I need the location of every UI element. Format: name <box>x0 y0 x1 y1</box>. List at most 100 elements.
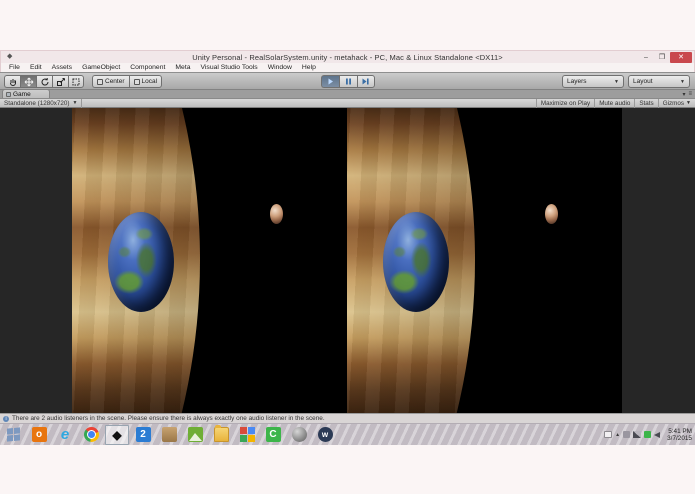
menu-gameobject[interactable]: GameObject <box>77 63 125 72</box>
taskbar-app-colorful[interactable] <box>235 425 259 445</box>
menu-assets[interactable]: Assets <box>47 63 77 72</box>
pause-button[interactable] <box>338 75 357 88</box>
blue-app-icon: 2 <box>135 427 151 442</box>
move-icon <box>24 77 33 86</box>
tab-game-label: Game <box>13 90 31 98</box>
maximize-on-play-toggle[interactable]: Maximize on Play <box>535 98 594 108</box>
chevron-down-icon: ▼ <box>686 100 691 106</box>
status-message: There are 2 audio listeners in the scene… <box>12 415 325 422</box>
taskbar-media-app[interactable]: w <box>313 425 337 445</box>
unity-app-icon: ◆ <box>7 53 13 60</box>
hand-tool-button[interactable] <box>4 75 20 88</box>
pivot-space-toggles: Center Local <box>92 75 163 88</box>
transform-tools <box>4 75 84 88</box>
close-button[interactable]: ✕ <box>670 52 692 63</box>
taskbar-app-blue[interactable]: 2 <box>131 425 155 445</box>
taskbar-chrome[interactable] <box>79 425 103 445</box>
start-button[interactable] <box>1 425 25 445</box>
layers-dropdown[interactable]: Layers ▼ <box>562 75 624 88</box>
action-center-icon[interactable] <box>623 431 631 438</box>
layers-label: Layers <box>567 78 587 85</box>
play-button[interactable] <box>320 75 339 88</box>
menu-window[interactable]: Window <box>263 63 297 72</box>
earth-planet <box>108 212 174 312</box>
tab-game[interactable]: Game <box>2 89 50 98</box>
main-toolbar: Center Local Layers ▼ Layout ▼ <box>0 72 695 90</box>
moon-planet <box>270 204 283 224</box>
play-icon <box>328 78 333 85</box>
earth-planet <box>383 212 449 312</box>
mute-audio-toggle[interactable]: Mute audio <box>594 98 634 108</box>
taskbar-file-explorer[interactable] <box>209 425 233 445</box>
status-bar[interactable]: i There are 2 audio listeners in the sce… <box>0 413 695 423</box>
tray-expand-icon[interactable]: ▲ <box>615 432 620 438</box>
volume-icon[interactable] <box>654 431 661 438</box>
rotate-tool-button[interactable] <box>36 75 52 88</box>
taskbar-photos[interactable] <box>183 425 207 445</box>
network-icon[interactable] <box>633 431 642 438</box>
aspect-dropdown[interactable]: Standalone (1280x720) ▼ <box>0 98 83 108</box>
taskbar-unity[interactable]: ◆ <box>105 424 129 445</box>
pivot-label: Center <box>105 78 125 85</box>
outlook-icon: o <box>31 427 47 442</box>
chevron-down-icon: ▼ <box>680 78 685 85</box>
step-button[interactable] <box>356 75 375 88</box>
space-toggle-button[interactable]: Local <box>128 75 163 88</box>
game-view-icon <box>6 91 11 97</box>
menu-file[interactable]: File <box>4 63 25 72</box>
clock-time: 5:41 PM <box>668 427 692 435</box>
stereo-view-left <box>72 108 347 413</box>
moon-planet <box>545 204 558 224</box>
hand-icon <box>9 78 16 86</box>
rect-tool-button[interactable] <box>68 75 84 88</box>
window-title: Unity Personal - RealSolarSystem.unity -… <box>192 52 503 62</box>
move-tool-button[interactable] <box>20 75 36 88</box>
stereo-render <box>72 108 622 413</box>
folder-icon <box>213 425 229 442</box>
menu-component[interactable]: Component <box>125 63 170 72</box>
gizmos-dropdown[interactable]: Gizmos ▼ <box>657 98 695 108</box>
scale-tool-button[interactable] <box>52 75 68 88</box>
menu-meta[interactable]: Meta <box>170 63 195 72</box>
menu-help[interactable]: Help <box>297 63 321 72</box>
space-label: Local <box>141 78 158 85</box>
clock-date: 3/7/2015 <box>667 434 692 442</box>
taskbar-outlook[interactable]: o <box>27 425 51 445</box>
globe-icon <box>133 78 140 85</box>
game-view-toolbar: Standalone (1280x720) ▼ Maximize on Play… <box>0 98 695 108</box>
panel-menu-icon[interactable]: ≡ <box>688 91 692 98</box>
scale-icon <box>56 77 65 86</box>
taskbar-internet-explorer[interactable]: e <box>53 425 77 445</box>
pivot-toggle-button[interactable]: Center <box>92 75 129 88</box>
gizmos-label: Gizmos <box>662 99 685 107</box>
taskbar-steam[interactable] <box>287 425 311 445</box>
taskbar-app-green[interactable]: C <box>261 425 285 445</box>
unity-icon: ◆ <box>112 427 122 442</box>
rotate-icon <box>41 77 49 85</box>
green-c-icon: C <box>265 427 281 442</box>
panel-dropdown-icon[interactable]: ▾ <box>682 91 685 98</box>
minimize-button[interactable]: – <box>638 52 654 63</box>
chrome-icon <box>83 427 99 442</box>
taskbar-files-box[interactable] <box>157 425 181 445</box>
system-tray: ▲ 5:41 PM 3/7/2015 <box>604 428 695 442</box>
rect-icon <box>72 78 80 85</box>
menu-bar: File Edit Assets GameObject Component Me… <box>0 63 695 72</box>
chevron-down-icon: ▼ <box>614 78 619 85</box>
pivot-icon <box>97 78 103 85</box>
touch-keyboard-icon[interactable] <box>604 431 613 438</box>
game-viewport[interactable] <box>0 108 695 413</box>
menu-edit[interactable]: Edit <box>25 63 47 72</box>
pause-icon <box>345 78 351 85</box>
chevron-down-icon: ▼ <box>72 100 78 106</box>
maximize-button[interactable]: ❒ <box>654 52 670 63</box>
messaging-icon[interactable] <box>644 431 652 438</box>
window-controls: – ❒ ✕ <box>638 52 692 63</box>
layout-dropdown[interactable]: Layout ▼ <box>628 75 690 88</box>
window-titlebar: ◆ Unity Personal - RealSolarSystem.unity… <box>0 50 695 63</box>
taskbar-clock[interactable]: 5:41 PM 3/7/2015 <box>663 428 692 442</box>
internet-explorer-icon: e <box>60 426 70 443</box>
stereo-view-right <box>347 108 622 413</box>
stats-toggle[interactable]: Stats <box>634 98 657 108</box>
menu-visual-studio-tools[interactable]: Visual Studio Tools <box>196 63 263 72</box>
